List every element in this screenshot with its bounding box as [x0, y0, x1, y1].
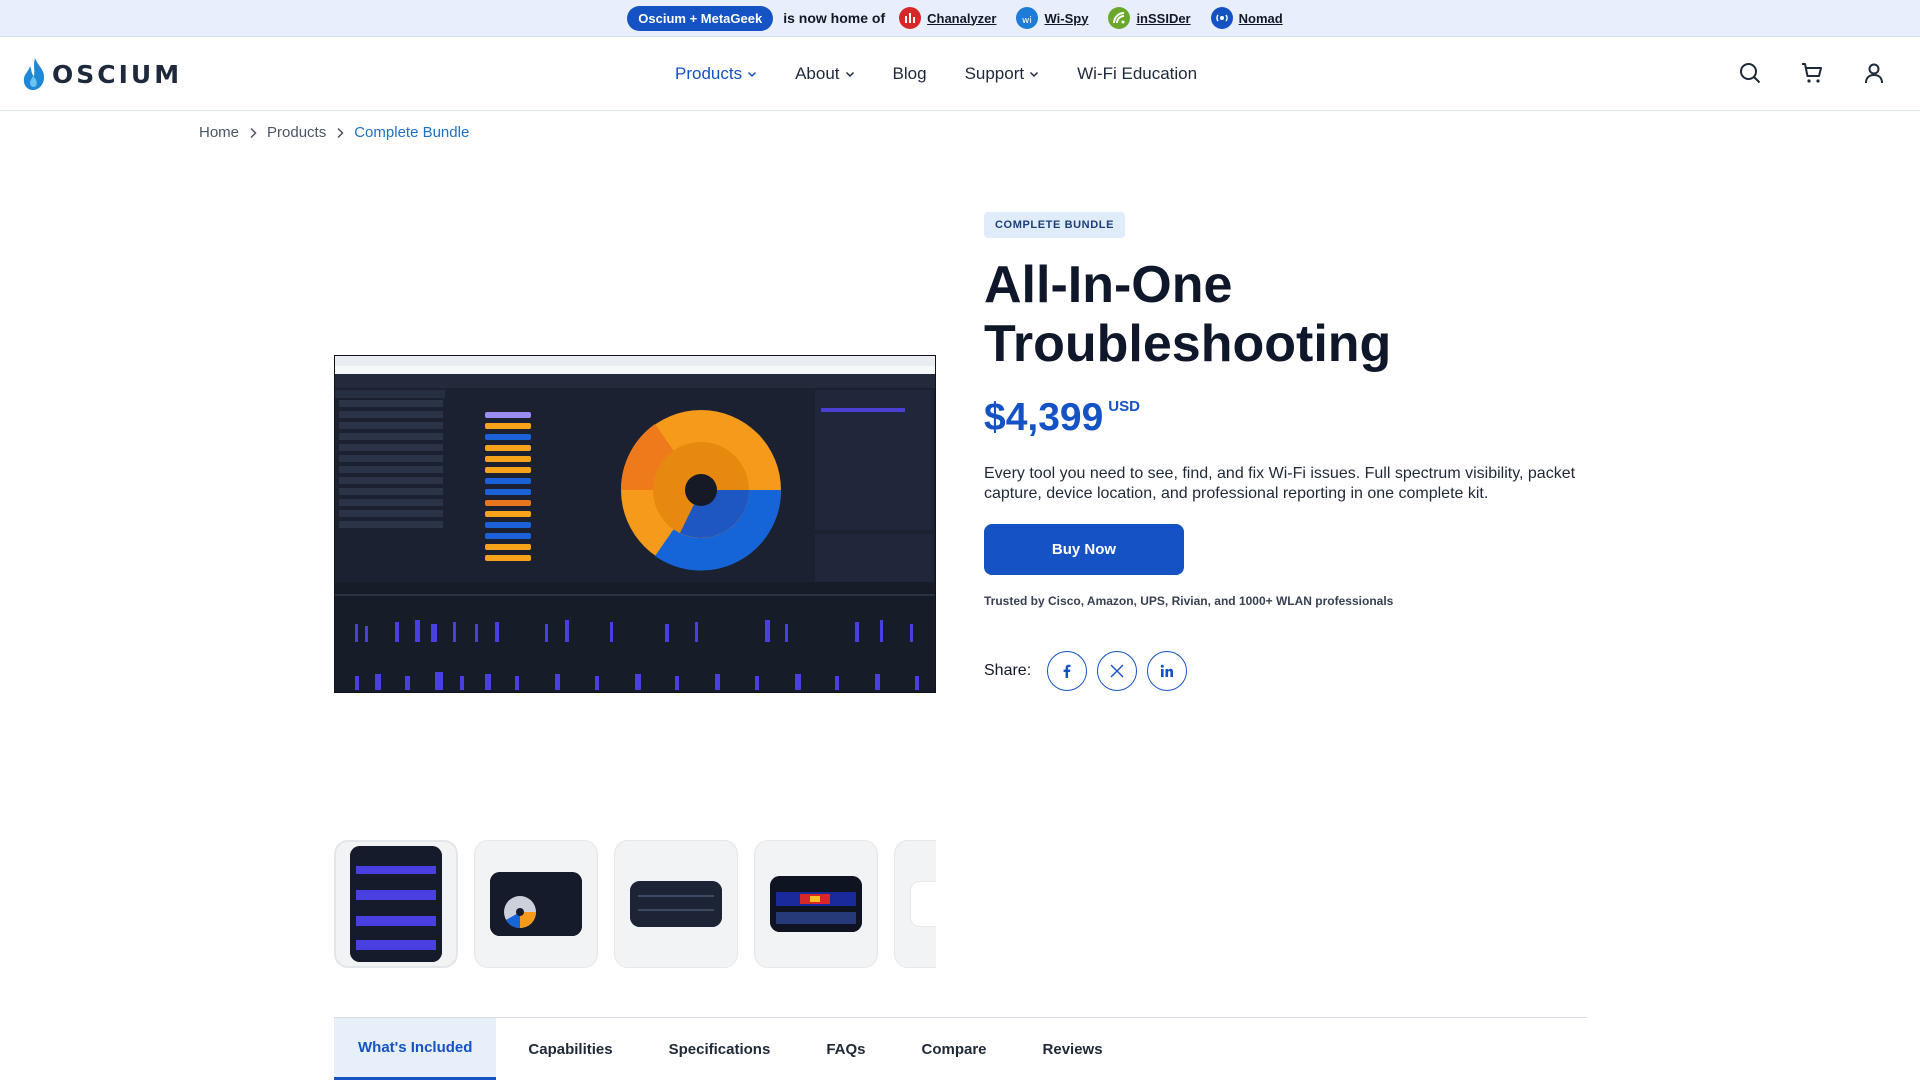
main-nav: Products About Blog Support Wi-Fi Educat…	[675, 37, 1235, 111]
search-icon[interactable]	[1736, 59, 1764, 87]
header-actions	[1736, 59, 1888, 87]
thumbnail-strip	[334, 840, 936, 968]
nav-products-label: Products	[675, 64, 743, 83]
thumbnail[interactable]	[754, 840, 878, 968]
tab-capabilities[interactable]: Capabilities	[504, 1018, 636, 1080]
nav-support[interactable]: Support	[965, 64, 1040, 84]
cart-icon[interactable]	[1798, 59, 1826, 87]
logo-wordmark: OSCIUM	[52, 59, 183, 89]
tab-specifications[interactable]: Specifications	[645, 1018, 795, 1080]
thumbnail[interactable]	[614, 840, 738, 968]
breadcrumb: Home Products Complete Bundle	[199, 124, 469, 141]
chevron-right-icon	[337, 127, 344, 138]
nav-about[interactable]: About	[795, 64, 854, 84]
thumbnail[interactable]	[334, 840, 458, 968]
nav-wifi-education[interactable]: Wi-Fi Education	[1077, 64, 1197, 84]
price-currency: USD	[1108, 398, 1140, 415]
chanalyzer-icon	[899, 7, 922, 29]
announcement-text: is now home of	[783, 10, 886, 26]
product-main-image[interactable]	[334, 355, 936, 693]
brand-link-wi-spy[interactable]: Wi-Spy	[1044, 11, 1088, 26]
product-title: All-In-One Troubleshooting	[984, 256, 1392, 373]
product-screenshot-graphic	[335, 356, 935, 692]
chevron-down-icon	[845, 71, 854, 78]
product-badge: COMPLETE BUNDLE	[984, 212, 1125, 238]
facebook-icon[interactable]	[1047, 651, 1088, 691]
brand-nomad[interactable]: Nomad	[1210, 7, 1283, 29]
svg-text:wi: wi	[1022, 16, 1032, 25]
account-icon[interactable]	[1860, 59, 1888, 87]
nav-about-label: About	[795, 64, 840, 83]
inssider-icon	[1108, 7, 1131, 29]
chevron-down-icon	[1030, 71, 1039, 78]
nav-support-label: Support	[964, 64, 1025, 83]
x-icon[interactable]	[1097, 651, 1138, 691]
product-price: $4,399 USD	[984, 396, 1140, 440]
tab-faqs[interactable]: FAQs	[802, 1018, 889, 1080]
brand-link-inssider[interactable]: inSSIDer	[1136, 11, 1190, 26]
product-tabs: What's Included Capabilities Specificati…	[334, 1018, 1135, 1080]
chevron-down-icon	[748, 71, 757, 78]
tab-reviews[interactable]: Reviews	[1019, 1018, 1127, 1080]
linkedin-icon[interactable]	[1147, 651, 1188, 691]
site-header: OSCIUM Products About Blog Support Wi-Fi…	[0, 37, 1920, 111]
nomad-icon	[1210, 7, 1233, 29]
share-label: Share:	[984, 662, 1032, 679]
brand-inssider[interactable]: inSSIDer	[1108, 7, 1191, 29]
price-amount: $4,399	[984, 396, 1104, 439]
nav-products[interactable]: Products	[675, 64, 757, 84]
thumbnail[interactable]	[894, 840, 936, 968]
chevron-right-icon	[250, 127, 257, 138]
trusted-by-text: Trusted by Cisco, Amazon, UPS, Rivian, a…	[984, 594, 1394, 608]
breadcrumb-current: Complete Bundle	[354, 124, 470, 141]
brand-chanalyzer[interactable]: Chanalyzer	[899, 7, 996, 29]
buy-now-button[interactable]: Buy Now	[984, 524, 1184, 575]
share-row: Share:	[984, 651, 1188, 691]
announcement-pill: Oscium + MetaGeek	[627, 5, 774, 31]
nav-blog-label: Blog	[892, 64, 927, 83]
wi-spy-icon: wi	[1016, 7, 1039, 29]
oscium-logo[interactable]: OSCIUM	[22, 57, 182, 91]
flame-logo-icon	[23, 58, 45, 90]
breadcrumb-products[interactable]: Products	[267, 124, 326, 141]
nav-blog[interactable]: Blog	[893, 64, 927, 84]
nav-wifi-education-label: Wi-Fi Education	[1077, 64, 1198, 83]
product-description: Every tool you need to see, find, and fi…	[984, 465, 1576, 502]
tab-compare[interactable]: Compare	[898, 1018, 1011, 1080]
brand-link-nomad[interactable]: Nomad	[1239, 11, 1283, 26]
thumbnail[interactable]	[474, 840, 598, 968]
breadcrumb-home[interactable]: Home	[199, 124, 239, 141]
brand-link-chanalyzer[interactable]: Chanalyzer	[927, 11, 996, 26]
tab-whats-included[interactable]: What's Included	[334, 1018, 497, 1080]
brand-wi-spy[interactable]: wi Wi-Spy	[1016, 7, 1088, 29]
announcement-bar: Oscium + MetaGeek is now home of Chanaly…	[0, 0, 1920, 37]
